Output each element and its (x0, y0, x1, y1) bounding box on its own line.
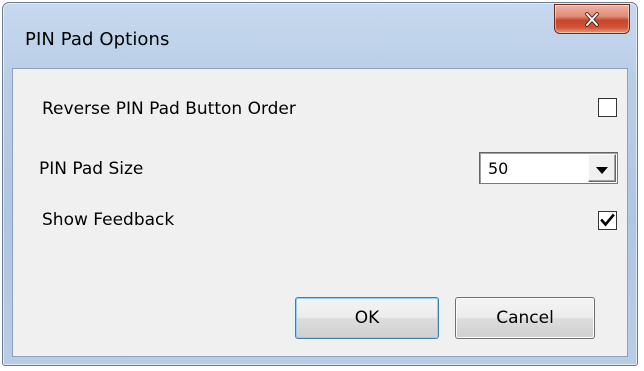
pad-size-value: 50 (488, 159, 509, 178)
show-feedback-label: Show Feedback (42, 210, 175, 230)
pad-size-label: PIN Pad Size (39, 159, 144, 179)
close-button[interactable] (554, 4, 630, 34)
dialog-content: Reverse PIN Pad Button Order PIN Pad Siz… (12, 68, 628, 357)
chevron-down-icon (596, 159, 608, 178)
pad-size-select[interactable]: 50 (479, 152, 618, 184)
ok-button[interactable]: OK (295, 297, 439, 339)
dropdown-arrow-button[interactable] (588, 154, 616, 182)
cancel-button[interactable]: Cancel (455, 297, 595, 339)
show-feedback-checkbox[interactable] (598, 211, 617, 230)
close-icon (584, 11, 600, 27)
dialog-window: PIN Pad Options Reverse PIN Pad Button O… (2, 2, 638, 366)
title-bar[interactable]: PIN Pad Options (3, 3, 637, 50)
reverse-order-label: Reverse PIN Pad Button Order (42, 99, 296, 119)
reverse-order-checkbox[interactable] (598, 98, 617, 117)
window-title: PIN Pad Options (25, 29, 170, 50)
